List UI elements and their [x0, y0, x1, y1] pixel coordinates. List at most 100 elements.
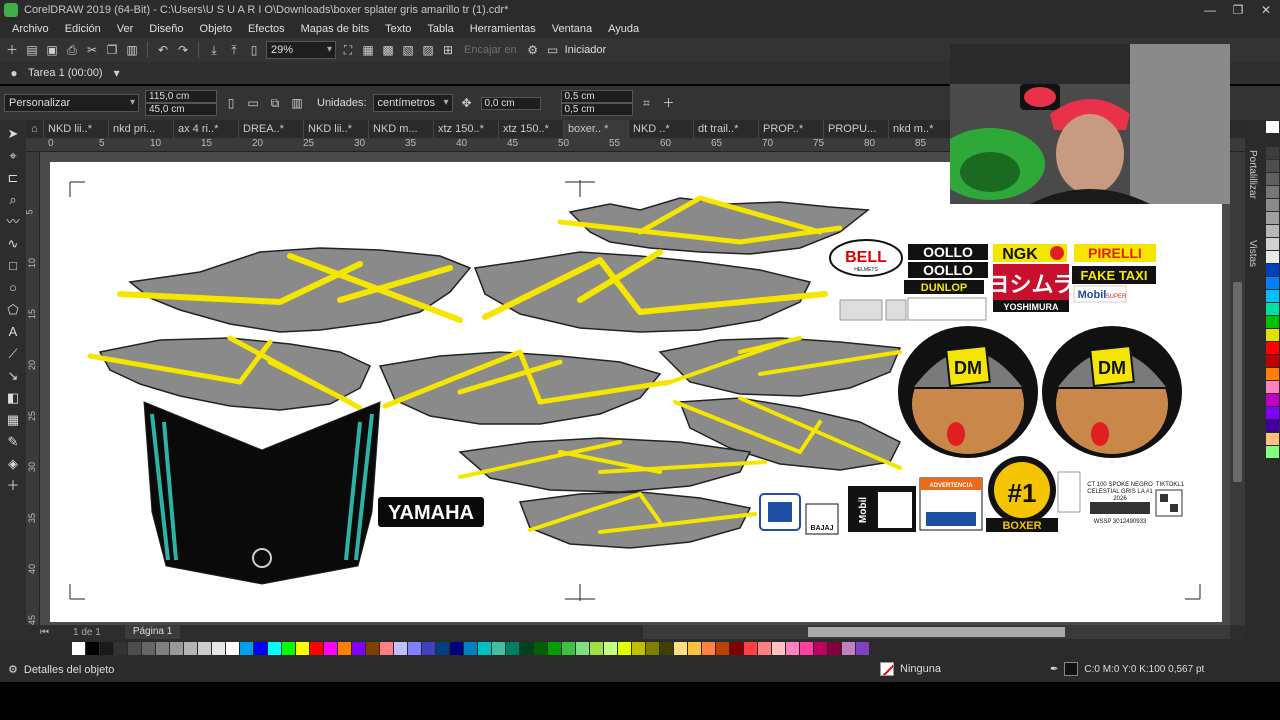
page-frame-icon[interactable]: ⌗: [639, 95, 655, 111]
palette-color-swatch[interactable]: [394, 641, 407, 655]
zoom-level-combo[interactable]: 29%: [266, 41, 336, 59]
polygon-tool-icon[interactable]: ⬠: [5, 302, 21, 318]
document-tab[interactable]: NKD lii..*: [304, 120, 369, 138]
menu-ayuda[interactable]: Ayuda: [600, 23, 647, 35]
tiktok-qr-label[interactable]: TIKTOKL1: [1155, 482, 1185, 517]
launcher-icon[interactable]: ▭: [545, 42, 561, 58]
menu-texto[interactable]: Texto: [377, 23, 419, 35]
document-tab[interactable]: NKD lii..*: [44, 120, 109, 138]
info-labels-small[interactable]: [839, 297, 987, 321]
palette-color-swatch[interactable]: [422, 641, 435, 655]
ngk-logo[interactable]: NGK: [993, 244, 1067, 263]
snap-icon[interactable]: ⊞: [440, 42, 456, 58]
palette-color-swatch[interactable]: [198, 641, 211, 655]
palette-color-swatch[interactable]: [1266, 420, 1279, 432]
palette-color-swatch[interactable]: [338, 641, 351, 655]
palette-color-swatch[interactable]: [296, 641, 309, 655]
palette-color-swatch[interactable]: [380, 641, 393, 655]
palette-color-swatch[interactable]: [1266, 121, 1279, 133]
advertencia-sticker[interactable]: ADVERTENCIA: [919, 477, 983, 531]
cut-icon[interactable]: ✂: [84, 42, 100, 58]
yamaha-logo[interactable]: YAMAHA: [378, 497, 484, 527]
page-width-field[interactable]: 115,0 cm: [145, 90, 217, 103]
copy-icon[interactable]: ❐: [104, 42, 120, 58]
save-icon[interactable]: ▣: [44, 42, 60, 58]
landscape-icon[interactable]: ▭: [245, 95, 261, 111]
palette-color-swatch[interactable]: [1266, 394, 1279, 406]
palette-color-swatch[interactable]: [492, 641, 505, 655]
mobil-super-logo[interactable]: Mobil SUPER: [1073, 285, 1127, 303]
palette-color-swatch[interactable]: [744, 641, 757, 655]
page-tab[interactable]: Página 1: [124, 625, 181, 639]
palette-color-swatch[interactable]: [1266, 134, 1279, 146]
page-height-field[interactable]: 45,0 cm: [145, 103, 217, 116]
menu-mapas-de-bits[interactable]: Mapas de bits: [293, 23, 377, 35]
duplicate-x-field[interactable]: 0,5 cm: [560, 90, 633, 103]
document-tab[interactable]: xtz 150..*: [434, 120, 499, 138]
horizontal-scroll-thumb[interactable]: [808, 627, 1065, 637]
palette-color-swatch[interactable]: [1266, 251, 1279, 263]
menu-tabla[interactable]: Tabla: [419, 23, 461, 35]
palette-color-swatch[interactable]: [1266, 407, 1279, 419]
drawing-canvas[interactable]: YAMAHA BELL HELMETS OOLLO OOLLO NGK PIRE…: [40, 152, 1230, 625]
palette-color-swatch[interactable]: [254, 641, 267, 655]
mobil-warning-sticker[interactable]: Mobil: [848, 486, 916, 532]
palette-color-swatch[interactable]: [142, 641, 155, 655]
palette-color-swatch[interactable]: [170, 641, 183, 655]
export-icon[interactable]: ⤒: [226, 42, 242, 58]
palette-color-swatch[interactable]: [1266, 160, 1279, 172]
vertical-scroll-thumb[interactable]: [1233, 282, 1242, 482]
palette-color-swatch[interactable]: [212, 641, 225, 655]
page-first-icon[interactable]: ⏮: [40, 627, 49, 638]
palette-color-swatch[interactable]: [1266, 446, 1279, 458]
palette-color-swatch[interactable]: [1266, 303, 1279, 315]
rulers-icon[interactable]: ▧: [400, 42, 416, 58]
new-document-icon[interactable]: ＋: [4, 42, 20, 58]
palette-color-swatch[interactable]: [436, 641, 449, 655]
palette-color-swatch[interactable]: [310, 641, 323, 655]
menu-ver[interactable]: Ver: [109, 23, 142, 35]
palette-color-swatch[interactable]: [86, 641, 99, 655]
zoom-tool-icon[interactable]: ⌕: [5, 192, 21, 208]
palette-color-swatch[interactable]: [268, 641, 281, 655]
menu-diseno[interactable]: Diseño: [141, 23, 191, 35]
open-folder-icon[interactable]: ▤: [24, 42, 40, 58]
document-tab-active[interactable]: boxer.. *: [564, 120, 629, 138]
undo-icon[interactable]: ↶: [155, 42, 171, 58]
dm-monkey-sticker-left[interactable]: DM: [898, 326, 1038, 458]
menu-ventana[interactable]: Ventana: [544, 23, 600, 35]
palette-color-swatch[interactable]: [226, 641, 239, 655]
palette-color-swatch[interactable]: [240, 641, 253, 655]
options-gear-icon[interactable]: ⚙: [525, 42, 541, 58]
redo-icon[interactable]: ↷: [175, 42, 191, 58]
palette-color-swatch[interactable]: [352, 641, 365, 655]
print-icon[interactable]: ⎙: [64, 42, 80, 58]
document-tab[interactable]: ax 4 ri..*: [174, 120, 239, 138]
document-tab[interactable]: NKD m...: [369, 120, 434, 138]
fill-indicator[interactable]: Ninguna: [880, 662, 941, 676]
task-label[interactable]: Tarea 1 (00:00): [28, 67, 103, 79]
palette-color-swatch[interactable]: [72, 641, 85, 655]
palette-color-swatch[interactable]: [1266, 316, 1279, 328]
document-tab[interactable]: PROPU...: [824, 120, 889, 138]
palette-color-swatch[interactable]: [618, 641, 631, 655]
pick-tool-icon[interactable]: ➤: [5, 126, 21, 142]
palette-color-swatch[interactable]: [1266, 225, 1279, 237]
docker-tab-vistas[interactable]: Vistas: [1247, 240, 1258, 267]
front-fairing-decal[interactable]: [143, 401, 381, 585]
palette-color-swatch[interactable]: [128, 641, 141, 655]
import-icon[interactable]: ⤓: [206, 42, 222, 58]
palette-color-swatch[interactable]: [282, 641, 295, 655]
palette-color-swatch[interactable]: [506, 641, 519, 655]
splatter-decal-bottom-2[interactable]: [518, 491, 757, 549]
palette-color-swatch[interactable]: [674, 641, 687, 655]
palette-color-swatch[interactable]: [534, 641, 547, 655]
palette-color-swatch[interactable]: [842, 641, 855, 655]
palette-color-swatch[interactable]: [786, 641, 799, 655]
palette-color-swatch[interactable]: [1266, 147, 1279, 159]
home-tab-icon[interactable]: ⌂: [26, 120, 44, 138]
current-page-icon[interactable]: ▥: [289, 95, 305, 111]
splatter-decal-left-upper[interactable]: [117, 247, 472, 333]
palette-color-swatch[interactable]: [772, 641, 785, 655]
palette-color-swatch[interactable]: [702, 641, 715, 655]
